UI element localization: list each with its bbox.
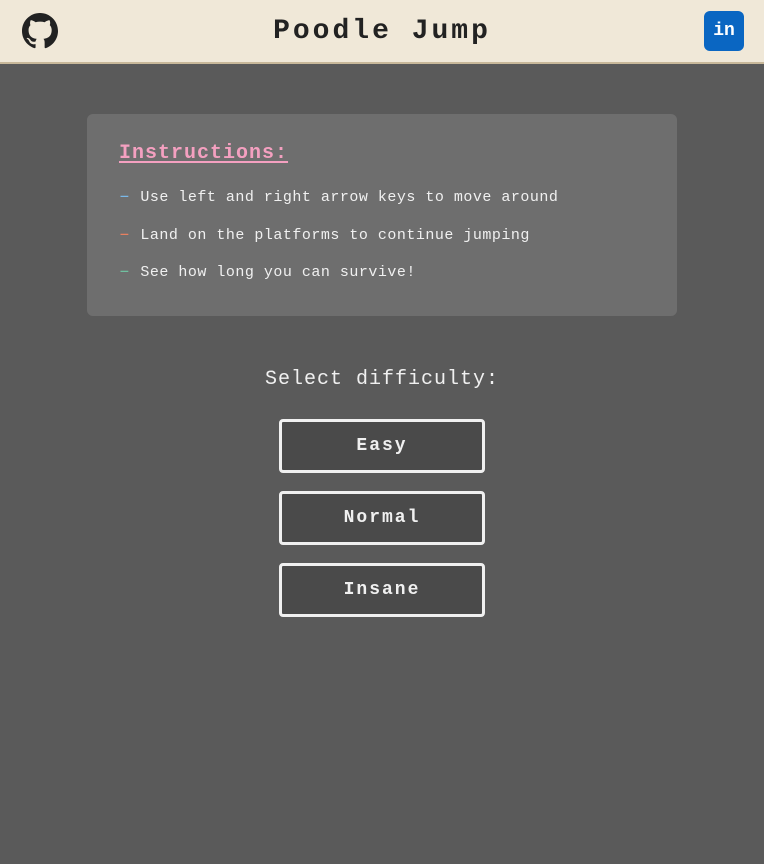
github-icon[interactable] (20, 11, 60, 51)
main-area: Instructions: – Use left and right arrow… (0, 64, 764, 864)
list-item: – Use left and right arrow keys to move … (119, 187, 645, 209)
instruction-text: See how long you can survive! (140, 262, 416, 283)
bullet-icon: – (119, 262, 130, 284)
instruction-text: Use left and right arrow keys to move ar… (140, 187, 558, 208)
difficulty-buttons: Easy Normal Insane (279, 419, 485, 617)
page-title: Poodle Jump (273, 16, 491, 47)
easy-button[interactable]: Easy (279, 419, 485, 473)
instructions-list: – Use left and right arrow keys to move … (119, 187, 645, 284)
list-item: – See how long you can survive! (119, 262, 645, 284)
header: Poodle Jump in (0, 0, 764, 64)
linkedin-icon[interactable]: in (704, 11, 744, 51)
list-item: – Land on the platforms to continue jump… (119, 225, 645, 247)
instruction-text: Land on the platforms to continue jumpin… (140, 225, 530, 246)
instructions-box: Instructions: – Use left and right arrow… (87, 114, 677, 316)
bullet-icon: – (119, 225, 130, 247)
instructions-heading: Instructions: (119, 142, 645, 165)
difficulty-label: Select difficulty: (265, 368, 499, 391)
insane-button[interactable]: Insane (279, 563, 485, 617)
bullet-icon: – (119, 187, 130, 209)
normal-button[interactable]: Normal (279, 491, 485, 545)
